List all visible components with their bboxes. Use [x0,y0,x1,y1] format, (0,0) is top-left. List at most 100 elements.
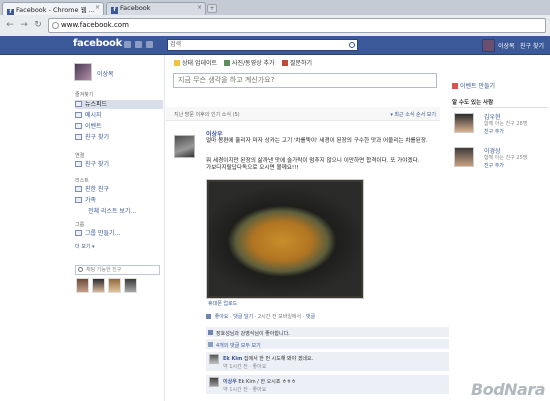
search-icon[interactable] [349,42,355,48]
chat-friend-avatar[interactable] [124,278,137,293]
comment-author[interactable]: 이상우 [223,379,237,385]
like-icon [206,314,211,319]
globe-icon [52,22,59,29]
comment: Ek Kim 집에서 한 번 시도해 봐야 겠네요. 약 1시간 전 · 좋아요 [206,352,449,372]
url-text: www.facebook.com [61,21,129,29]
comment-author-avatar[interactable] [209,377,219,387]
calendar-icon [452,83,458,89]
chat-search-placeholder: 채팅 가능한 친구 [86,267,122,273]
see-all-lists-link[interactable]: 전체 리스트 보기... [88,207,163,216]
like-link[interactable]: 좋아요 [215,314,229,320]
post-author-avatar[interactable] [174,135,195,158]
friends-icon [75,161,82,167]
tab-2-label: Facebook [120,4,151,12]
sidebar-item-close-friends[interactable]: 친한 친구 [75,185,163,194]
food-photo-image [209,182,361,296]
right-column: 이벤트 만들기 알 수도 있는 사람 김우현 함께 아는 친구 28명 친구 추… [440,55,550,401]
likes-summary: 장호성님과 강영식님이 좋아합니다. [206,327,449,338]
messages-icon[interactable] [135,41,142,48]
more-link[interactable]: 더 보기 ▾ [75,243,163,252]
sidebar-item-find-friends[interactable]: 친구 찾기 [75,133,163,142]
view-all-comments[interactable]: 4개의 댓글 모두 보기 [206,339,449,350]
star-icon [75,186,82,192]
ask-question-tab[interactable]: 질문하기 [282,58,312,67]
post-text-line-2: 뭐 세경이지만 된장의 삶까낸 맛에 슬가락이 멈추지 않으니 이만하면 합격이… [206,158,420,164]
comment-link[interactable]: 댓글 달기 [233,314,253,320]
people-you-may-know-header: 알 수도 있는 사람 [452,98,548,108]
mutual-friends-count: 함께 아는 친구 28명 [484,121,528,127]
mutual-friends-count: 함께 아는 친구 25명 [484,155,528,161]
sidebar-item-news-feed[interactable]: 뉴스피드 [75,100,163,109]
watermark: BodNara [471,380,546,399]
question-icon [282,60,288,66]
forward-arrow-icon[interactable]: → [18,20,30,31]
messages-icon [75,112,82,118]
facebook-search-input[interactable]: 검색 [167,39,358,51]
notifications-icon[interactable] [146,41,153,48]
suggested-person-photo[interactable] [454,113,474,133]
chat-friend-avatar[interactable] [76,278,89,293]
new-tab-button[interactable]: + [207,4,217,13]
tab-1-label: Facebook - Chrome 웹 ... [16,6,95,14]
chat-friend-avatar[interactable] [92,278,105,293]
comment: 이상우 Ek Kim / 한 오시죠 ㅎㅎㅎ 약 1시간 전 · 좋아요 [206,375,449,395]
sort-recent-link[interactable]: ▾ 최근 소식 순서 보기 [390,111,436,118]
browser-toolbar: ← → ↻ www.facebook.com [0,15,550,36]
post-actions: 좋아요 · 댓글 달기 · 2시간 전 모바일에서 · 댓글 [206,313,315,320]
address-bar[interactable]: www.facebook.com [48,18,546,33]
facebook-logo[interactable]: facebook [73,38,122,49]
profile-name[interactable]: 이상복 [97,69,114,78]
add-friend-button[interactable]: 친구 추가 [484,128,504,135]
close-tab-icon[interactable]: × [197,4,202,11]
likes-text[interactable]: 장호성님과 강영식님이 좋아합니다. [216,331,290,337]
chat-friend-search[interactable]: 채팅 가능한 친구 [75,265,160,275]
create-event-link[interactable]: 이벤트 만들기 [452,81,495,90]
back-arrow-icon[interactable]: ← [4,20,16,31]
view-comments-link[interactable]: 4개의 댓글 모두 보기 [216,343,261,349]
like-icon [208,330,213,335]
sidebar-item-connections-find-friends[interactable]: 친구 찾기 [75,160,163,169]
news-feed: 상태 업데이트 사진/동영상 추가 질문하기 지금 무슨 생각을 하고 계신가요… [166,55,449,401]
sidebar-item-events[interactable]: 이벤트 [75,122,163,131]
sidebar-item-messages[interactable]: 메시지 [75,111,163,120]
post-author-name[interactable]: 이상우 [206,129,223,138]
comment-meta: 약 1시간 전 · 좋아요 [223,387,267,393]
browser-tab-2[interactable]: f Facebook × [106,2,206,15]
profile-picture[interactable] [74,63,92,81]
sidebar-item-create-group[interactable]: 그룹 만들기... [75,229,163,238]
add-photo-video-tab[interactable]: 사진/동영상 추가 [224,58,275,67]
photo-icon [224,60,230,66]
comment-author[interactable]: Ek Kim [223,356,242,362]
reload-icon[interactable]: ↻ [32,20,44,31]
chat-friend-avatar[interactable] [108,278,121,293]
browser-chrome: f Facebook - Chrome 웹 ... × f Facebook × +… [0,0,550,36]
friend-requests-icon[interactable] [124,41,131,48]
friends-icon [75,134,82,140]
top-stories-label: 지난 방문 이후의 인기 소식 (5) [174,112,240,118]
left-sidebar: 이상복 즐겨찾기 뉴스피드 메시지 이벤트 친구 찾기 연결 친구 찾기 리스트… [70,55,165,401]
comment-meta: 약 1시간 전 · 좋아요 [223,364,267,370]
profile-link[interactable]: 이상복 [498,41,515,50]
groups-header: 그룹 [75,222,85,228]
comment-author-avatar[interactable] [209,354,219,364]
user-avatar[interactable] [482,39,495,52]
sidebar-item-family[interactable]: 가족 [75,196,163,205]
post-photo[interactable] [206,179,364,299]
facebook-favicon-icon: f [111,7,118,14]
comment-count-link[interactable]: 댓글 [306,314,315,320]
suggested-person-photo[interactable] [454,147,474,167]
add-friend-button[interactable]: 친구 추가 [484,162,504,169]
facebook-top-bar: facebook 검색 이상복 친구 찾기 [0,36,550,55]
post-timestamp: 2시간 전 모바일에서 [257,314,302,320]
find-friends-link[interactable]: 친구 찾기 [520,41,544,50]
mobile-upload-label[interactable]: 휴대폰 업로드 [208,300,237,307]
feed-header: 지난 방문 이후의 인기 소식 (5) ▾ 최근 소식 순서 보기 [166,107,440,121]
status-update-tab[interactable]: 상태 업데이트 [174,58,217,67]
browser-tab-1[interactable]: f Facebook - Chrome 웹 ... × [2,2,104,15]
close-tab-icon[interactable]: × [95,4,100,11]
post-text-line-3: 가보다지랄답다독으로 오시면 볼께요!!! [206,165,299,171]
events-icon [75,123,82,129]
lists-header: 리스트 [75,178,89,184]
group-icon [75,230,82,236]
status-composer-input[interactable]: 지금 무슨 생각을 하고 계신가요? [173,73,437,88]
